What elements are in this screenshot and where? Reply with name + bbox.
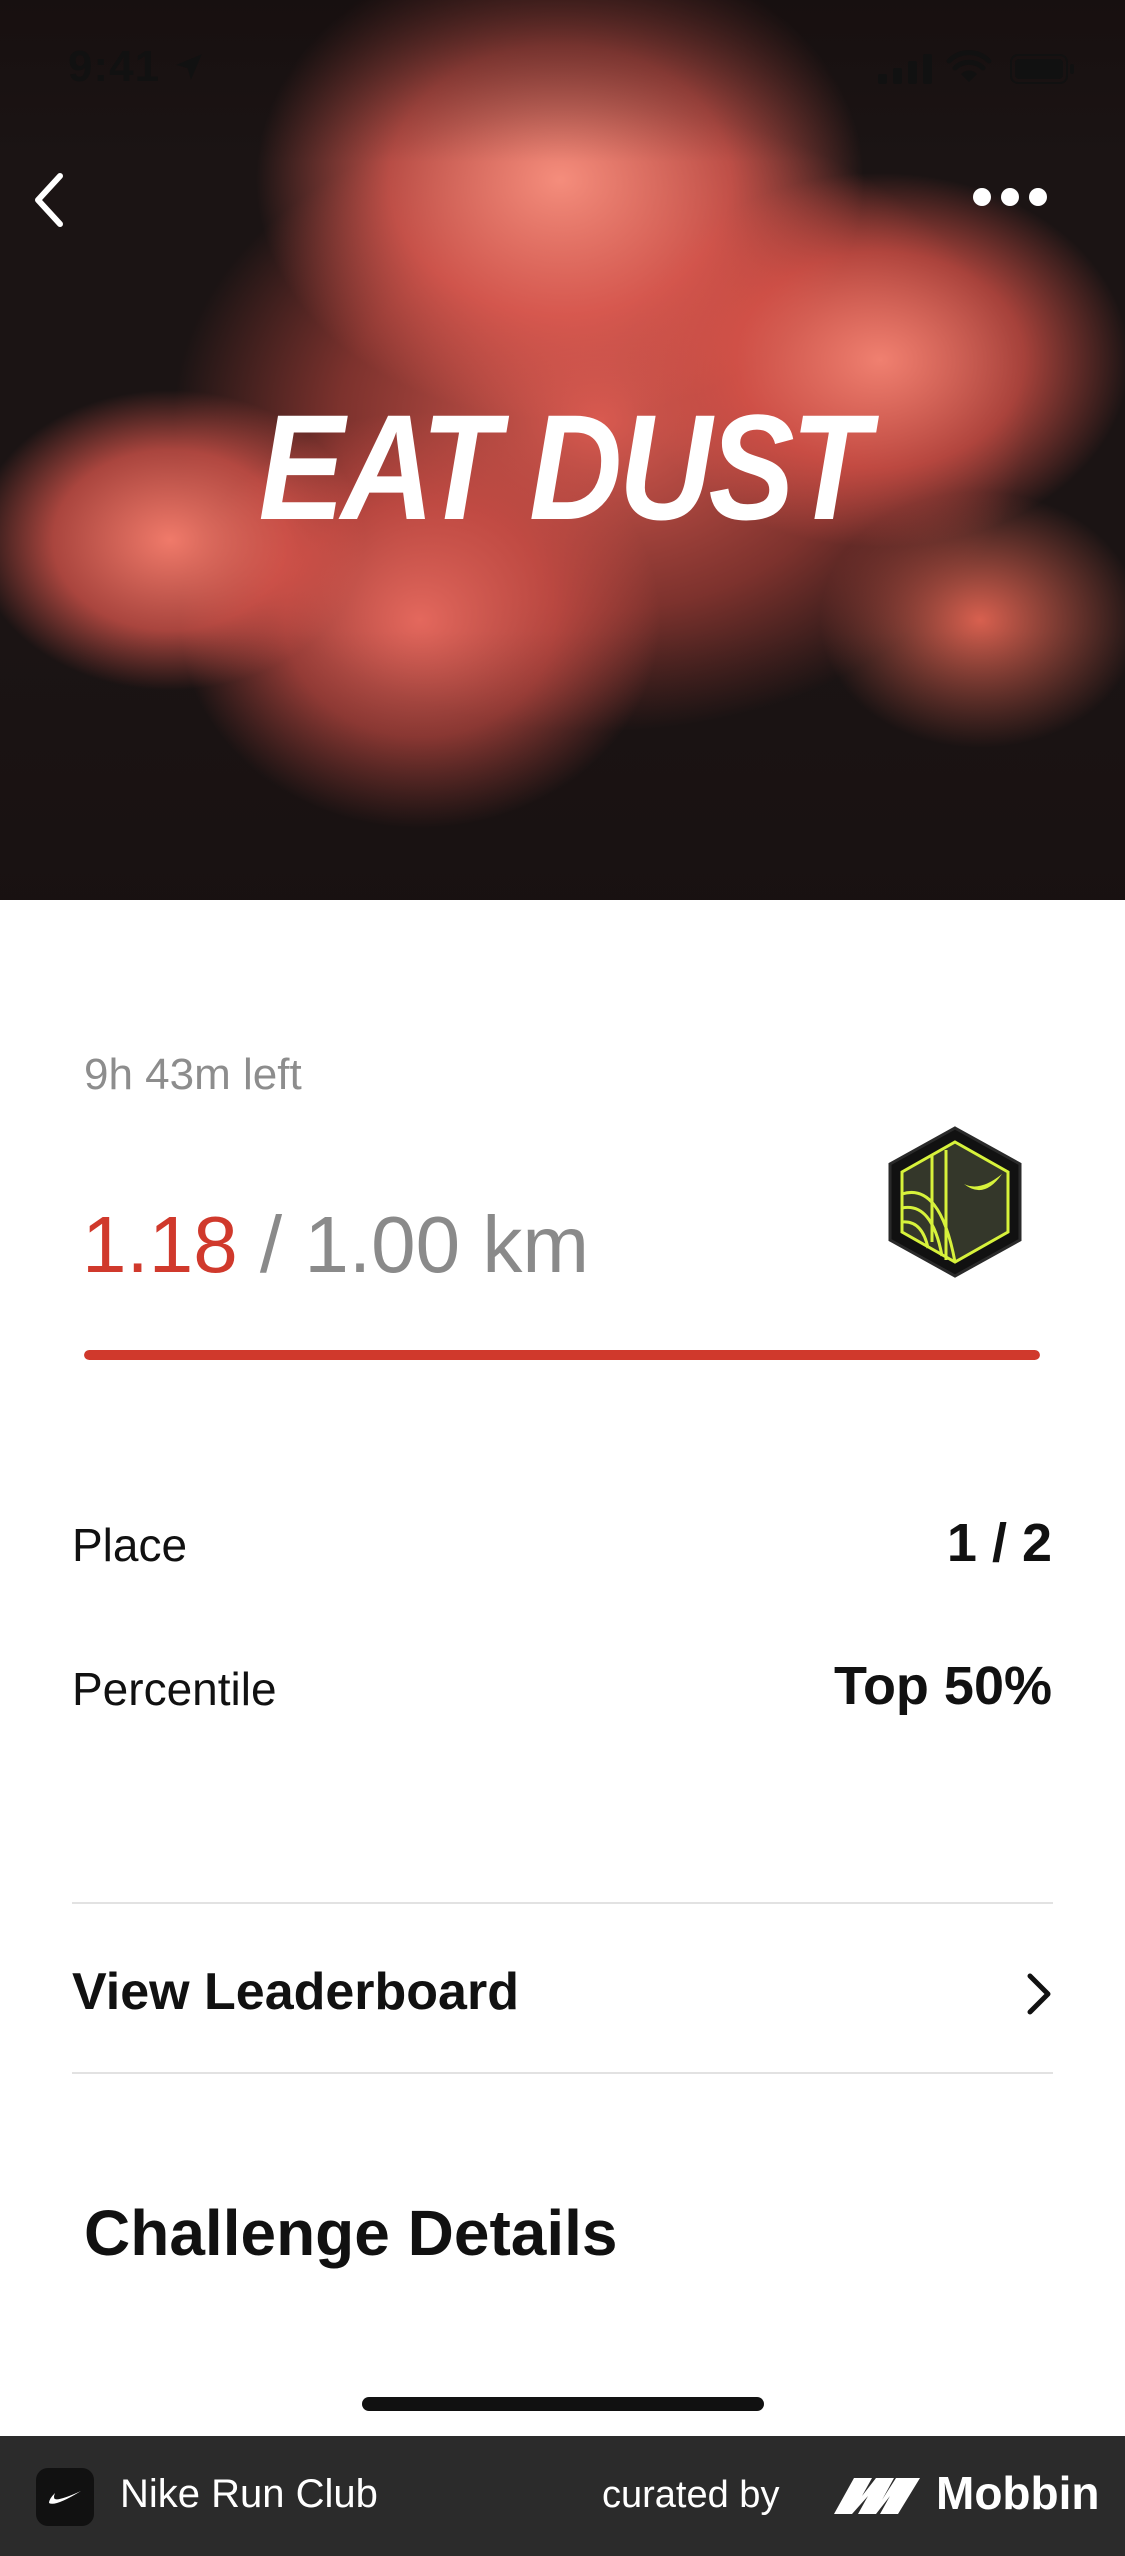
chevron-right-icon [1027, 1973, 1051, 2015]
back-arrow-icon[interactable] [22, 168, 78, 232]
percentile-label: Percentile [72, 1663, 277, 1715]
view-leaderboard-row[interactable]: View Leaderboard [72, 1942, 1053, 2038]
divider [72, 2072, 1053, 2074]
time-left: 9h 43m left [84, 1050, 302, 1099]
view-leaderboard-label: View Leaderboard [72, 1963, 519, 2021]
challenge-badge-icon [888, 1126, 1022, 1278]
more-icon[interactable] [970, 180, 1050, 214]
nike-swoosh-icon [49, 2491, 81, 2504]
battery-icon [1010, 54, 1074, 84]
app-name: Nike Run Club [120, 2472, 378, 2516]
challenge-details-title: Challenge Details [84, 2197, 618, 2269]
place-value: 1 / 2 [946, 1513, 1052, 1573]
wifi-icon [946, 50, 992, 82]
mobbin-logo-icon [834, 2478, 920, 2514]
signal-icon [878, 54, 932, 84]
divider [72, 1902, 1053, 1904]
app-icon [36, 2468, 94, 2526]
curated-by-label: curated by [602, 2474, 780, 2516]
distance-progress: 1.18 / 1.00 km [82, 1200, 589, 1290]
status-bar: 9:41 [0, 0, 1125, 140]
progress-bar [84, 1350, 1040, 1360]
mobbin-brand: Mobbin [936, 2467, 1100, 2519]
challenge-title: EAT DUST [258, 383, 870, 551]
status-time: 9:41 [68, 42, 161, 91]
progress-bar-fill [84, 1350, 1040, 1360]
footer-bar: Nike Run Club curated by Mobbin [0, 2436, 1125, 2556]
current-distance: 1.18 [82, 1200, 238, 1289]
location-arrow-icon [176, 54, 202, 80]
percentile-value: Top 50% [833, 1656, 1052, 1716]
goal-distance: / 1.00 km [237, 1200, 589, 1289]
place-label: Place [72, 1519, 188, 1571]
home-indicator[interactable] [362, 2397, 764, 2411]
